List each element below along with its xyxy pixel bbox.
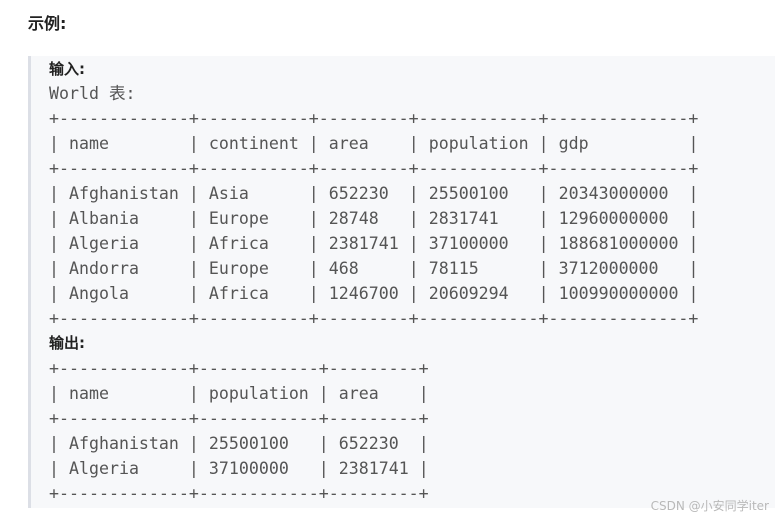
world-table-cell: Angola bbox=[69, 284, 129, 303]
world-table-cell: 37100000 bbox=[428, 234, 509, 253]
world-table-border-bottom: +-------------+-----------+---------+---… bbox=[49, 309, 699, 328]
output-table-cell: Afghanistan bbox=[69, 434, 179, 453]
world-table-cell: 3712000000 bbox=[558, 259, 659, 278]
world-table-border-top: +-------------+-----------+---------+---… bbox=[49, 109, 699, 128]
world-table-row: | Afghanistan | Asia | 652230 | 25500100… bbox=[49, 184, 699, 203]
world-table-cell: Europe bbox=[208, 209, 269, 228]
output-table-row: | Afghanistan | 25500100 | 652230 | bbox=[49, 434, 429, 453]
world-table-cell: Africa bbox=[208, 234, 269, 253]
world-table-header-cell: continent bbox=[208, 134, 299, 153]
world-table-border-mid: +-------------+-----------+---------+---… bbox=[49, 159, 699, 178]
world-table-row: | Angola | Africa | 1246700 | 20609294 |… bbox=[49, 284, 699, 303]
world-table: +-------------+-----------+---------+---… bbox=[49, 106, 699, 331]
world-table-row: | Albania | Europe | 28748 | 2831741 | 1… bbox=[49, 209, 699, 228]
world-table-cell: 188681000000 bbox=[558, 234, 679, 253]
output-table-header-cell: area bbox=[338, 384, 379, 403]
world-table-cell: Albania bbox=[69, 209, 139, 228]
world-table-header-cell: name bbox=[69, 134, 109, 153]
world-table-cell: 12960000000 bbox=[558, 209, 669, 228]
world-table-header-row: | name | continent | area | population |… bbox=[49, 134, 699, 153]
world-table-cell: 652230 bbox=[328, 184, 389, 203]
world-table-cell: 2381741 bbox=[328, 234, 399, 253]
world-table-cell: Africa bbox=[208, 284, 269, 303]
world-table-cell: 25500100 bbox=[428, 184, 509, 203]
table-caption: World 表: bbox=[49, 84, 136, 103]
output-table: +-------------+------------+---------+ |… bbox=[49, 356, 429, 506]
input-label: 输入: bbox=[49, 60, 85, 78]
watermark: CSDN @小安同学iter bbox=[650, 499, 769, 513]
world-table-cell: 20609294 bbox=[428, 284, 509, 303]
output-table-cell: 25500100 bbox=[208, 434, 289, 453]
world-table-cell: Europe bbox=[208, 259, 269, 278]
world-table-cell: Andorra bbox=[69, 259, 139, 278]
world-table-row: | Algeria | Africa | 2381741 | 37100000 … bbox=[49, 234, 699, 253]
output-table-header-cell: name bbox=[69, 384, 109, 403]
output-table-border-top: +-------------+------------+---------+ bbox=[49, 359, 429, 378]
example-heading: 示例: bbox=[28, 14, 67, 33]
world-table-cell: 2831741 bbox=[428, 209, 499, 228]
world-table-cell: Asia bbox=[208, 184, 249, 203]
output-table-cell: 37100000 bbox=[208, 459, 289, 478]
output-table-header-cell: population bbox=[208, 384, 309, 403]
world-table-row: | Andorra | Europe | 468 | 78115 | 37120… bbox=[49, 259, 699, 278]
output-table-border-bottom: +-------------+------------+---------+ bbox=[49, 484, 429, 503]
world-table-cell: 468 bbox=[328, 259, 359, 278]
world-table-cell: 100990000000 bbox=[558, 284, 679, 303]
output-table-cell: 652230 bbox=[338, 434, 399, 453]
output-label: 输出: bbox=[49, 334, 85, 352]
world-table-header-cell: gdp bbox=[558, 134, 589, 153]
output-table-cell: 2381741 bbox=[338, 459, 409, 478]
world-table-cell: 78115 bbox=[428, 259, 479, 278]
output-table-cell: Algeria bbox=[69, 459, 139, 478]
world-table-cell: 20343000000 bbox=[558, 184, 669, 203]
world-table-cell: 1246700 bbox=[328, 284, 399, 303]
world-table-header-cell: area bbox=[328, 134, 369, 153]
world-table-cell: 28748 bbox=[328, 209, 379, 228]
output-table-header-row: | name | population | area | bbox=[49, 384, 429, 403]
output-table-border-mid: +-------------+------------+---------+ bbox=[49, 409, 429, 428]
world-table-cell: Algeria bbox=[69, 234, 139, 253]
world-table-cell: Afghanistan bbox=[69, 184, 179, 203]
output-table-row: | Algeria | 37100000 | 2381741 | bbox=[49, 459, 429, 478]
world-table-header-cell: population bbox=[428, 134, 529, 153]
